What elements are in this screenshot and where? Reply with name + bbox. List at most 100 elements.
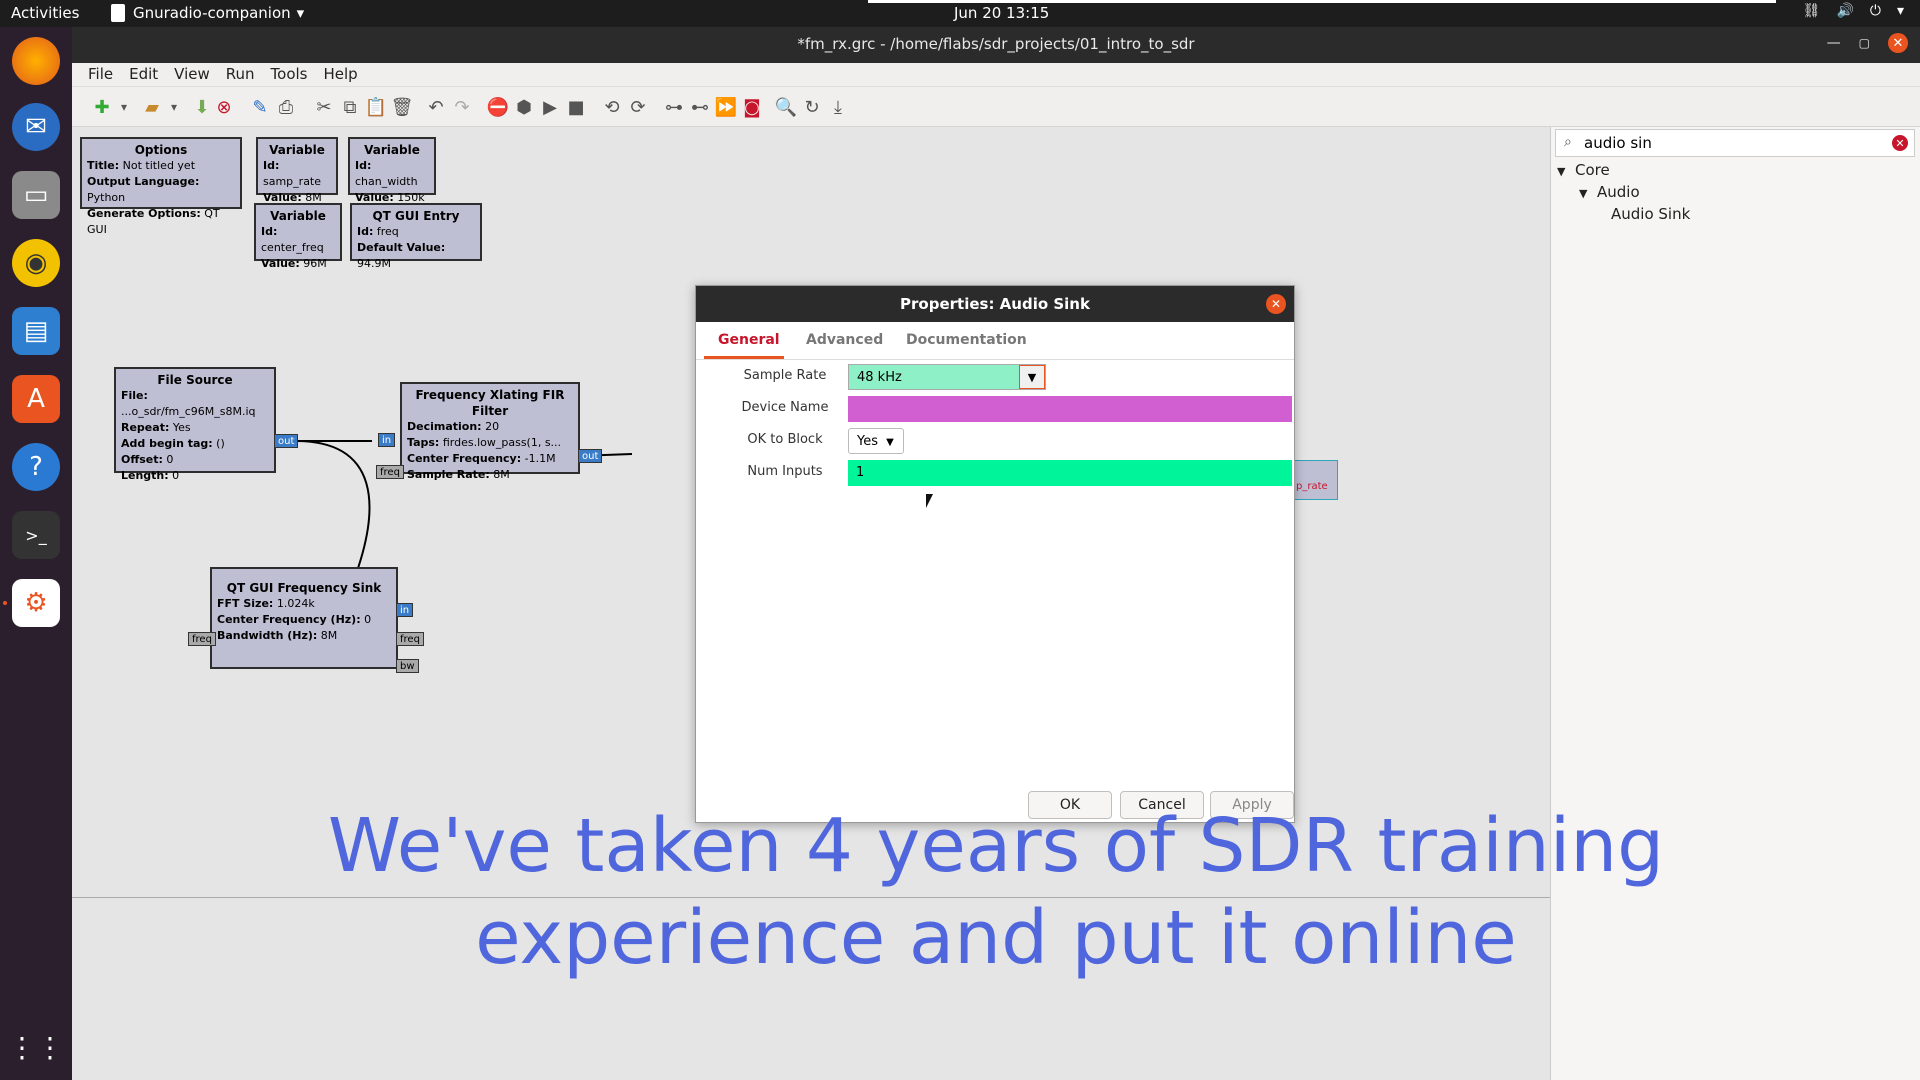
menu-run[interactable]: Run (218, 63, 263, 86)
activities-button[interactable]: Activities (11, 4, 79, 22)
firefox-icon[interactable] (12, 37, 60, 85)
save-icon[interactable]: ⬇ (190, 95, 214, 119)
menu-help[interactable]: Help (316, 63, 366, 86)
tree-item-audio-sink[interactable]: Audio Sink (1611, 205, 1690, 223)
tab-documentation[interactable]: Documentation (906, 332, 1027, 348)
device-name-input[interactable] (848, 396, 1292, 422)
freq-sink-in-port[interactable]: in (396, 603, 414, 617)
app-menu[interactable]: Gnuradio-companion ▾ (111, 4, 304, 22)
volume-icon[interactable]: 🔊 (1836, 3, 1853, 19)
paste-icon[interactable]: 📋 (364, 95, 388, 119)
power-icon[interactable]: ⏻ (1870, 3, 1881, 19)
search-icon[interactable]: 🔍 (774, 95, 798, 119)
gnuradio-dock-icon[interactable]: ⚙ (12, 579, 60, 627)
clear-search-icon[interactable]: ✕ (1892, 135, 1908, 151)
maximize-icon[interactable]: ▢ (1859, 36, 1870, 50)
tree-item-core[interactable]: ▼ Core (1557, 161, 1610, 179)
rhythmbox-icon[interactable]: ◉ (12, 239, 60, 287)
network-icon[interactable]: ⛓ (1803, 3, 1821, 19)
show-apps-icon[interactable]: ⋮⋮ (8, 1023, 64, 1071)
search-icon: ⌕ (1564, 134, 1572, 150)
dialog-titlebar[interactable]: Properties: Audio Sink ✕ (696, 286, 1294, 322)
properties-icon[interactable]: ✎ (248, 95, 272, 119)
qt-gui-entry-block[interactable]: QT GUI Entry Id: freq Default Value: 94.… (350, 203, 482, 270)
freq-xlating-fir-block[interactable]: Frequency Xlating FIR Filter Decimation:… (400, 382, 580, 481)
flowgraph-icon[interactable]: ⤓ (826, 95, 850, 119)
close-icon[interactable]: ✕ (1266, 294, 1286, 314)
menu-tools[interactable]: Tools (263, 63, 316, 86)
app-name: Gnuradio-companion (133, 4, 291, 22)
writer-icon[interactable]: ▤ (12, 307, 60, 355)
sample-rate-select[interactable]: 48 kHz ▼ (848, 364, 1046, 390)
subtitle-line-1: We've taken 4 years of SDR training (327, 803, 1665, 889)
file-source-block[interactable]: File Source File: ...o_sdr/fm_c96M_s8M.i… (114, 367, 276, 482)
new-icon[interactable]: ✚ (90, 95, 114, 119)
fxlating-in-port[interactable]: in (378, 433, 396, 447)
fast-forward-icon[interactable]: ⏩ (714, 95, 738, 119)
menu-file[interactable]: File (80, 63, 121, 86)
ok-to-block-select[interactable]: Yes ▼ (848, 428, 904, 454)
close-icon[interactable]: ✕ (1888, 33, 1908, 53)
help-icon[interactable]: ? (12, 443, 60, 491)
subtitle-overlay: We've taken 4 years of SDR training expe… (72, 800, 1920, 984)
close-file-icon[interactable]: ⊗ (212, 95, 236, 119)
ok-to-block-label: OK to Block (747, 432, 823, 447)
files-icon[interactable]: ▭ (12, 171, 60, 219)
search-value: audio sin (1584, 134, 1652, 152)
file-source-out-port[interactable]: out (274, 434, 299, 448)
reload-icon[interactable]: ↻ (800, 95, 824, 119)
active-tab-indicator (704, 356, 784, 359)
menu-edit[interactable]: Edit (121, 63, 166, 86)
stop-icon[interactable]: ■ (564, 95, 588, 119)
variable-chan-width-block[interactable]: Variable Id: chan_width Value: 150k (348, 137, 436, 204)
freq-sink-freq-in-port[interactable]: freq (188, 632, 216, 646)
block-search-input[interactable]: ⌕ audio sin ✕ (1555, 129, 1915, 157)
execute-icon[interactable]: ▶ (538, 95, 562, 119)
system-tray[interactable]: ⛓ 🔊 ⏻ ▾ (1803, 3, 1904, 19)
rotate-cw-icon[interactable]: ⟳ (626, 95, 650, 119)
chevron-down-icon[interactable]: ▼ (1019, 365, 1045, 389)
tab-general[interactable]: General (718, 332, 780, 348)
hierarchy-icon[interactable]: ⊶ (662, 95, 686, 119)
sample-rate-label: Sample Rate (743, 368, 827, 383)
undo-icon[interactable]: ↶ (424, 95, 448, 119)
num-inputs-label: Num Inputs (747, 464, 823, 479)
chevron-down-icon[interactable]: ▾ (162, 95, 186, 119)
disable-block-icon[interactable]: ⛔ (486, 95, 510, 119)
fxlating-freq-port[interactable]: freq (376, 465, 404, 479)
rotate-ccw-icon[interactable]: ⟲ (600, 95, 624, 119)
redo-icon[interactable]: ↷ (450, 95, 474, 119)
device-name-label: Device Name (741, 400, 829, 415)
variable-center-freq-block[interactable]: Variable Id: center_freq Value: 96M (254, 203, 342, 270)
software-center-icon[interactable]: A (12, 375, 60, 423)
copy-icon[interactable]: ⧉ (338, 95, 362, 119)
kill-icon[interactable]: ◙ (740, 95, 764, 119)
hidden-block-fragment[interactable]: p_rate (1290, 460, 1338, 500)
tab-advanced[interactable]: Advanced (806, 332, 883, 348)
hierarchy-remove-icon[interactable]: ⊷ (688, 95, 712, 119)
minimize-icon[interactable]: — (1827, 35, 1841, 51)
menu-bar: File Edit View Run Tools Help (72, 63, 1920, 87)
print-icon[interactable]: ⎙ (274, 95, 298, 119)
freq-sink-freq-out-port[interactable]: freq (396, 632, 424, 646)
window-titlebar[interactable]: *fm_rx.grc - /home/flabs/sdr_projects/01… (72, 27, 1920, 63)
tree-item-audio[interactable]: ▼ Audio (1579, 183, 1640, 201)
freq-sink-bw-port[interactable]: bw (396, 659, 419, 673)
num-inputs-input[interactable]: 1 (848, 460, 1292, 486)
cut-icon[interactable]: ✂ (312, 95, 336, 119)
delete-icon[interactable]: 🗑 (390, 95, 414, 119)
open-icon[interactable]: ▰ (140, 95, 164, 119)
terminal-icon[interactable]: >_ (12, 511, 60, 559)
clock[interactable]: Jun 20 13:15 (954, 4, 1049, 22)
variable-samp-rate-block[interactable]: Variable Id: samp_rate Value: 8M (256, 137, 338, 204)
qt-gui-frequency-sink-block[interactable]: QT GUI Frequency Sink FFT Size: 1.024k C… (210, 567, 398, 669)
fxlating-out-port[interactable]: out (578, 449, 603, 463)
bypass-icon[interactable]: ⬢ (512, 95, 536, 119)
chevron-down-icon[interactable]: ▾ (112, 95, 136, 119)
properties-dialog: Properties: Audio Sink ✕ General Advance… (695, 285, 1295, 823)
menu-view[interactable]: View (166, 63, 218, 86)
thunderbird-icon[interactable]: ✉ (12, 103, 60, 151)
chevron-down-icon[interactable]: ▾ (1897, 3, 1904, 19)
mouse-cursor-icon (926, 494, 933, 508)
options-block[interactable]: Options Title: Not titled yet Output Lan… (80, 137, 242, 236)
